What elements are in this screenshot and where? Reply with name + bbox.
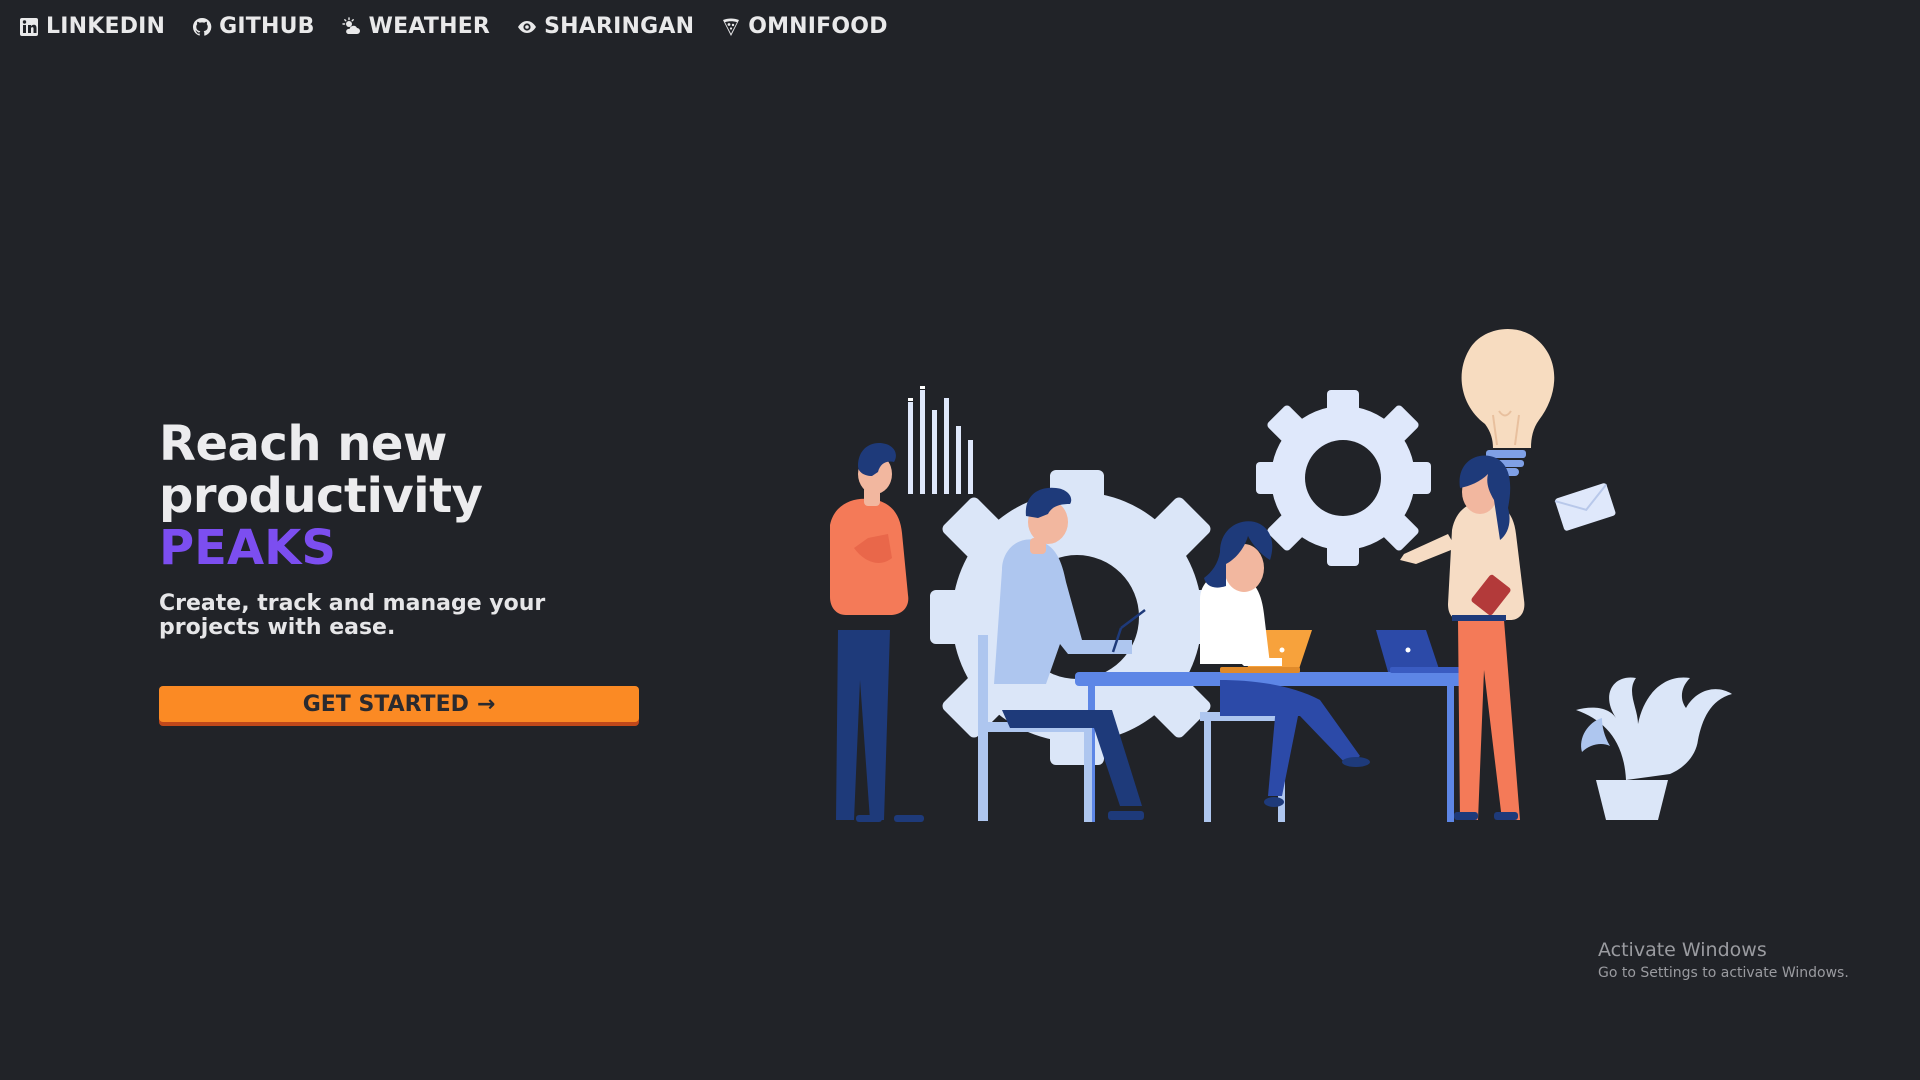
github-icon	[191, 16, 213, 38]
weather-icon	[341, 16, 363, 38]
linkedin-icon	[18, 16, 40, 38]
pizza-icon	[720, 16, 742, 38]
team-productivity-illustration	[830, 328, 1732, 822]
activate-windows-watermark: Activate Windows Go to Settings to activ…	[1598, 938, 1849, 982]
small-gear-graphic	[1256, 390, 1431, 566]
nav-link-label: SHARINGAN	[544, 14, 695, 39]
nav-link-sharingan[interactable]: SHARINGAN	[516, 14, 694, 39]
hero-headline: Reach new productivity PEAKS	[159, 418, 679, 574]
nav-link-github[interactable]: GITHUB	[191, 14, 315, 39]
get-started-label: GET STARTED	[302, 691, 469, 717]
envelope-graphic	[1554, 483, 1616, 531]
nav-link-label: LINKEDIN	[46, 14, 166, 39]
nav-link-label: WEATHER	[368, 14, 491, 39]
light-bulb-graphic	[1461, 328, 1555, 476]
arrow-right-icon: →	[476, 691, 496, 717]
watermark-title: Activate Windows	[1598, 939, 1767, 961]
person-standing-thinking-graphic	[830, 442, 924, 822]
top-nav: LINKEDIN GITHUB WEATHER SHARINGAN OMNIFO…	[18, 14, 888, 39]
nav-link-label: GITHUB	[219, 14, 315, 39]
potted-plant-graphic	[1576, 677, 1732, 820]
eye-icon	[516, 16, 538, 38]
hero-section: Reach new productivity PEAKS Create, tra…	[159, 418, 679, 640]
nav-link-label: OMNIFOOD	[748, 14, 888, 39]
nav-link-linkedin[interactable]: LINKEDIN	[18, 14, 165, 39]
get-started-button[interactable]: GET STARTED →	[159, 686, 639, 722]
headline-line-2: productivity	[159, 468, 483, 524]
watermark-subtitle: Go to Settings to activate Windows.	[1598, 965, 1849, 981]
landing-page: LINKEDIN GITHUB WEATHER SHARINGAN OMNIFO…	[0, 0, 1920, 1080]
laptop-blue-graphic	[1376, 630, 1460, 673]
bar-chart-graphic	[908, 386, 973, 494]
headline-accent: PEAKS	[159, 520, 336, 576]
nav-link-weather[interactable]: WEATHER	[341, 14, 490, 39]
hero-subtitle: Create, track and manage your projects w…	[159, 591, 546, 640]
headline-line-1: Reach new	[159, 416, 447, 472]
nav-link-omnifood[interactable]: OMNIFOOD	[720, 14, 888, 39]
